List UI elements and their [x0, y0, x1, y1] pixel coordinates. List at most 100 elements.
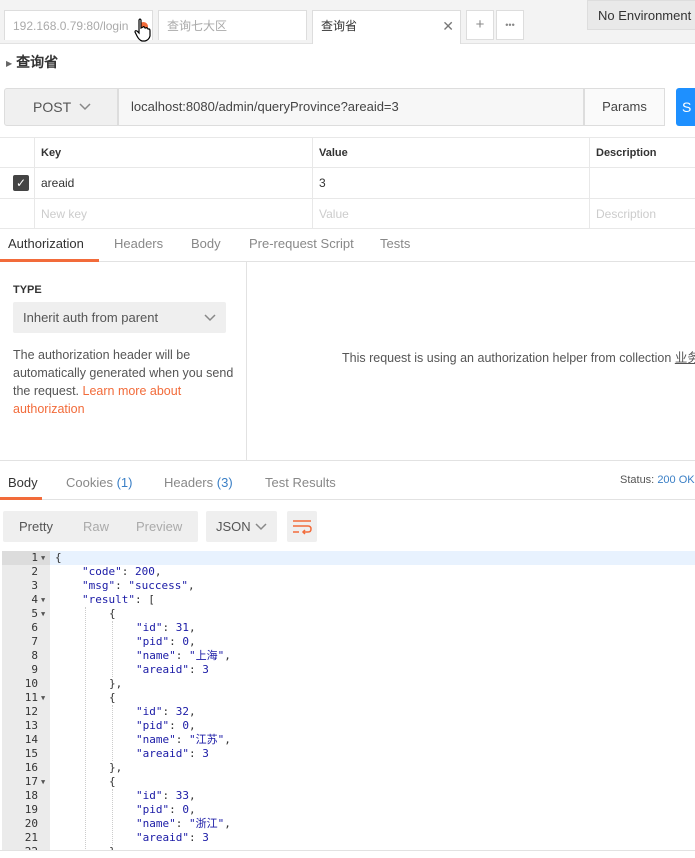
code-text: {	[109, 775, 116, 788]
code-text: },	[109, 761, 123, 774]
code-text: },	[109, 845, 122, 850]
fold-caret-icon[interactable]: ▼	[41, 691, 45, 705]
auth-type-value: Inherit auth from parent	[23, 310, 159, 325]
new-description-input[interactable]: Description	[589, 199, 695, 228]
send-button[interactable]: S	[676, 88, 695, 126]
auth-type-select[interactable]: Inherit auth from parent	[13, 302, 226, 333]
response-tabs: Body Cookies (1) Headers (3) Test Result…	[0, 460, 695, 500]
send-button-label: S	[682, 99, 692, 115]
chevron-down-icon	[204, 302, 216, 344]
new-key-input[interactable]: New key	[34, 199, 312, 228]
param-description-cell[interactable]	[589, 168, 695, 198]
tab-bar: 192.168.0.79:80/login 查询七大区 查询省 ✕ + ••• …	[0, 0, 695, 44]
request-name-label: 查询省	[16, 54, 59, 70]
method-label: POST	[33, 99, 72, 115]
tab-tests[interactable]: Tests	[380, 229, 410, 262]
request-tab-query-province[interactable]: 查询省 ✕	[312, 10, 461, 44]
code-line: 15 "areaid": 3	[0, 747, 695, 761]
param-enabled-checkbox[interactable]: ✓	[13, 175, 29, 191]
params-button[interactable]: Params	[584, 88, 665, 126]
line-number: 9	[31, 663, 38, 676]
code-line: 20 "name": "浙江",	[0, 817, 695, 831]
code-line: 9 "areaid": 3	[0, 663, 695, 677]
raw-view-button[interactable]: Raw	[83, 511, 109, 542]
code-line: 16},	[0, 761, 695, 775]
response-tab-cookies[interactable]: Cookies (1)	[66, 461, 132, 500]
tab-label: 192.168.0.79:80/login	[13, 19, 129, 33]
line-number: 4	[31, 593, 38, 606]
code-line: 22},	[0, 845, 695, 850]
method-select[interactable]: POST	[4, 88, 118, 126]
more-tabs-button[interactable]: •••	[496, 10, 524, 40]
auth-type-label: TYPE	[13, 284, 42, 296]
line-number: 3	[31, 579, 38, 592]
wrap-icon	[293, 520, 312, 535]
response-tab-headers[interactable]: Headers (3)	[164, 461, 233, 500]
collection-link[interactable]: 业务	[675, 351, 695, 365]
params-header-row: Key Value Description	[0, 137, 695, 168]
line-number: 21	[24, 831, 38, 844]
code-line: 18 "id": 33,	[0, 789, 695, 803]
line-number: 14	[24, 733, 38, 746]
indent-guide	[112, 705, 113, 761]
pretty-view-button[interactable]: Pretty	[19, 511, 53, 542]
cookies-label: Cookies	[66, 475, 113, 490]
line-number: 1	[31, 551, 38, 564]
headers-label: Headers	[164, 475, 214, 490]
param-value-cell[interactable]: 3	[312, 168, 589, 198]
param-key-cell[interactable]: areaid	[34, 168, 312, 198]
tab-pre-request-script[interactable]: Pre-request Script	[249, 229, 354, 262]
line-number: 19	[24, 803, 38, 816]
code-line: 6 "id": 31,	[0, 621, 695, 635]
auth-helper-text: This request is using an authorization h…	[342, 351, 675, 365]
code-text: {	[109, 691, 116, 704]
request-tab-query-regions[interactable]: 查询七大区	[158, 10, 307, 40]
code-line: 5 ▼ {	[0, 607, 695, 621]
response-body-editor[interactable]: 1 ▼{2 "code": 200, 3 "msg": "success", 4 ▼ "res…	[0, 551, 695, 851]
new-param-row: New key Value Description	[0, 199, 695, 229]
new-tab-button[interactable]: +	[466, 10, 494, 40]
indent-guide	[112, 789, 113, 845]
new-value-input[interactable]: Value	[312, 199, 589, 228]
code-line: 10},	[0, 677, 695, 691]
code-text: "id": 32,	[136, 705, 196, 718]
request-tab-login[interactable]: 192.168.0.79:80/login	[4, 10, 153, 40]
request-name[interactable]: ▶ 查询省	[6, 52, 58, 72]
line-number: 10	[24, 677, 38, 690]
code-text: "name": "浙江",	[136, 817, 231, 830]
tab-label: 查询七大区	[167, 19, 228, 33]
code-text: "msg": "success",	[82, 579, 195, 592]
chevron-down-icon	[255, 511, 267, 553]
preview-view-button[interactable]: Preview	[136, 511, 182, 542]
response-tab-test-results[interactable]: Test Results	[265, 461, 336, 500]
column-header-value: Value	[312, 138, 589, 167]
fold-caret-icon[interactable]: ▼	[41, 551, 45, 565]
tab-authorization[interactable]: Authorization	[0, 229, 99, 262]
url-input[interactable]: localhost:8080/admin/queryProvince?areai…	[118, 88, 584, 126]
environment-selector[interactable]: No Environment	[587, 0, 695, 30]
indent-guide	[112, 621, 113, 677]
format-label: JSON	[216, 519, 251, 534]
indent-guide	[85, 607, 86, 850]
code-text: "id": 31,	[136, 621, 196, 634]
line-number: 20	[24, 817, 38, 830]
tab-body[interactable]: Body	[191, 229, 221, 262]
fold-caret-icon[interactable]: ▼	[41, 607, 45, 621]
line-number: 12	[24, 705, 38, 718]
tab-headers[interactable]: Headers	[114, 229, 163, 262]
format-select[interactable]: JSON	[206, 511, 277, 542]
code-line: 13 "pid": 0,	[0, 719, 695, 733]
code-text: "areaid": 3	[136, 831, 209, 844]
code-text: "id": 33,	[136, 789, 196, 802]
close-icon[interactable]: ✕	[442, 11, 454, 41]
fold-caret-icon[interactable]: ▼	[41, 593, 45, 607]
response-tab-body[interactable]: Body	[0, 461, 42, 500]
wrap-lines-button[interactable]	[287, 511, 317, 542]
code-line: 12 "id": 32,	[0, 705, 695, 719]
code-text: {	[55, 551, 62, 564]
column-header-key: Key	[34, 138, 312, 167]
code-line: 3 "msg": "success",	[0, 579, 695, 593]
code-line: 21 "areaid": 3	[0, 831, 695, 845]
auth-helper-message: This request is using an authorization h…	[342, 347, 695, 366]
fold-caret-icon[interactable]: ▼	[41, 775, 45, 789]
